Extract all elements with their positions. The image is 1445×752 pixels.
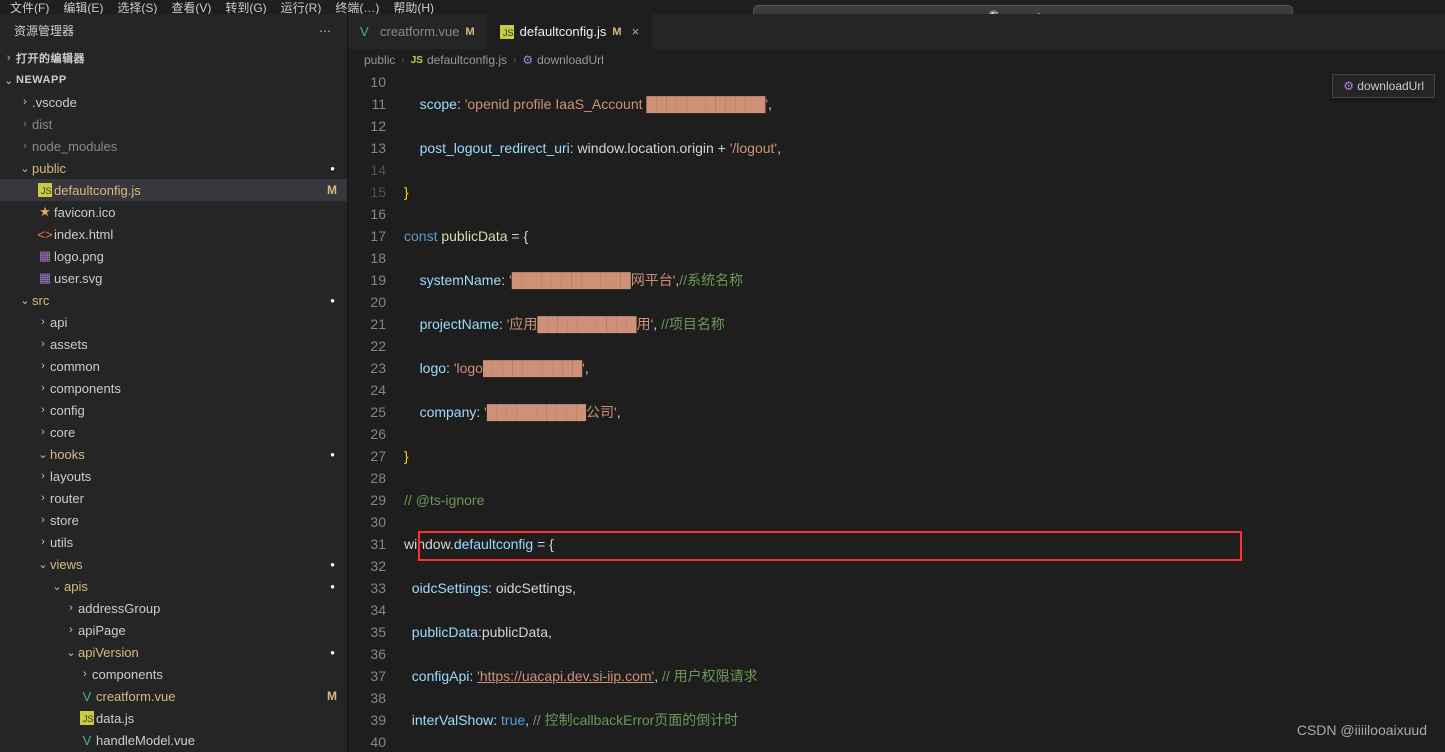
folder-utils[interactable]: ›utils	[0, 531, 347, 553]
svg-text:JS: JS	[503, 28, 514, 38]
folder-components[interactable]: ›components	[0, 377, 347, 399]
file-tree: ›打开的编辑器 ⌄NEWAPP ›.vscode ›dist ›node_mod…	[0, 47, 347, 752]
file-datajs[interactable]: JSdata.js	[0, 707, 347, 729]
folder-apis[interactable]: ⌄apis●	[0, 575, 347, 597]
folder-components-sub[interactable]: ›components	[0, 663, 347, 685]
js-icon: JS	[500, 25, 514, 39]
svg-text:JS: JS	[41, 186, 52, 196]
tab-defaultconfig[interactable]: JS defaultconfig.js M ×	[488, 14, 653, 49]
editor-area: V creatform.vue M JS defaultconfig.js M …	[348, 14, 1445, 752]
code-editor[interactable]: scope: 'openid profile IaaS_Account ████…	[404, 71, 1445, 752]
folder-hooks[interactable]: ⌄hooks●	[0, 443, 347, 465]
file-favicon[interactable]: ★favicon.ico	[0, 201, 347, 223]
editor-tabs: V creatform.vue M JS defaultconfig.js M …	[348, 14, 1445, 49]
folder-store[interactable]: ›store	[0, 509, 347, 531]
section-project[interactable]: ⌄NEWAPP	[0, 69, 347, 91]
explorer-title: 资源管理器	[14, 22, 74, 39]
folder-vscode[interactable]: ›.vscode	[0, 91, 347, 113]
folder-apipage[interactable]: ›apiPage	[0, 619, 347, 641]
folder-assets[interactable]: ›assets	[0, 333, 347, 355]
folder-src[interactable]: ⌄src●	[0, 289, 347, 311]
breadcrumb[interactable]: public› JS defaultconfig.js› ⚙ downloadU…	[348, 49, 1445, 71]
folder-public[interactable]: ⌄public●	[0, 157, 347, 179]
file-creatform[interactable]: Vcreatform.vueM	[0, 685, 347, 707]
file-handlemodel[interactable]: VhandleModel.vue	[0, 729, 347, 751]
tab-creatform[interactable]: V creatform.vue M	[348, 14, 488, 49]
folder-config[interactable]: ›config	[0, 399, 347, 421]
vue-icon: V	[360, 24, 374, 39]
close-icon[interactable]: ×	[632, 24, 640, 39]
section-open-editors[interactable]: ›打开的编辑器	[0, 47, 347, 69]
sidebar-explorer: 资源管理器 ⋯ ›打开的编辑器 ⌄NEWAPP ›.vscode ›dist ›…	[0, 14, 348, 752]
file-user-svg[interactable]: ▦user.svg	[0, 267, 347, 289]
file-logo[interactable]: ▦logo.png	[0, 245, 347, 267]
folder-views[interactable]: ⌄views●	[0, 553, 347, 575]
symbol-icon: ⚙	[522, 53, 533, 67]
folder-layouts[interactable]: ›layouts	[0, 465, 347, 487]
folder-node-modules[interactable]: ›node_modules	[0, 135, 347, 157]
folder-addressgroup[interactable]: ›addressGroup	[0, 597, 347, 619]
folder-common[interactable]: ›common	[0, 355, 347, 377]
line-numbers: 1011121314151617181920212223242526272829…	[348, 71, 404, 752]
more-actions-icon[interactable]: ⋯	[319, 24, 333, 38]
folder-apiversion[interactable]: ⌄apiVersion●	[0, 641, 347, 663]
svg-text:JS: JS	[83, 714, 94, 724]
watermark: CSDN @iiiilooaixuud	[1297, 722, 1427, 738]
folder-api[interactable]: ›api	[0, 311, 347, 333]
folder-dist[interactable]: ›dist	[0, 113, 347, 135]
file-index[interactable]: <>index.html	[0, 223, 347, 245]
folder-router[interactable]: ›router	[0, 487, 347, 509]
file-defaultconfig[interactable]: JSdefaultconfig.jsM	[0, 179, 347, 201]
folder-core[interactable]: ›core	[0, 421, 347, 443]
